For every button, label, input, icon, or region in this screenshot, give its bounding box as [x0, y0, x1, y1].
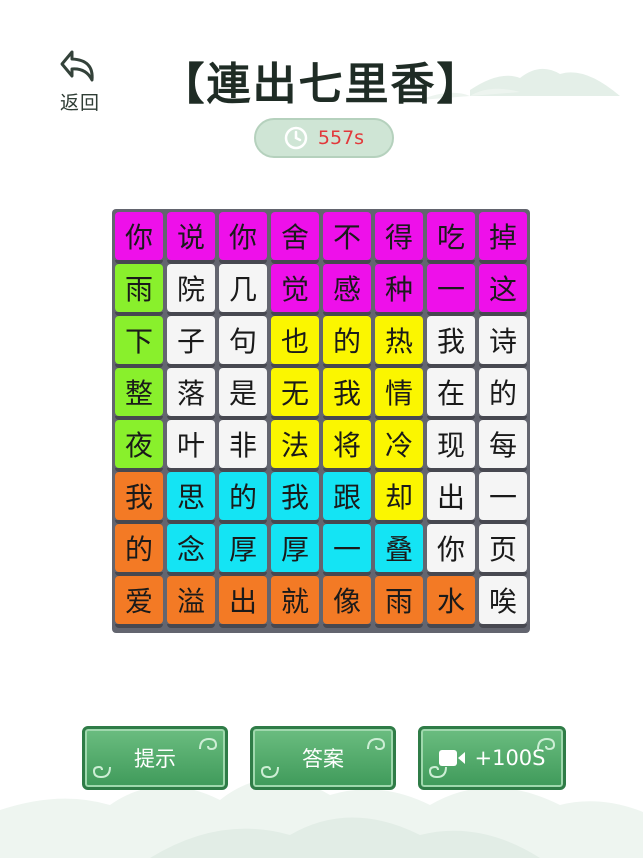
- tile-r4-c2[interactable]: 落: [167, 368, 215, 420]
- tile-r4-c4[interactable]: 无: [271, 368, 319, 420]
- cloud-ornament-icon: [199, 737, 218, 751]
- tile-r7-c1[interactable]: 的: [115, 524, 163, 576]
- tile-r6-c7[interactable]: 出: [427, 472, 475, 524]
- tile-r8-c6[interactable]: 雨: [375, 576, 423, 628]
- hint-label: 提示: [134, 747, 176, 771]
- tile-r3-c3[interactable]: 句: [219, 316, 267, 368]
- tile-r5-c1[interactable]: 夜: [115, 420, 163, 472]
- tile-r7-c6[interactable]: 叠: [375, 524, 423, 576]
- tile-r8-c4[interactable]: 就: [271, 576, 319, 628]
- tile-r3-c4[interactable]: 也: [271, 316, 319, 368]
- tile-r1-c7[interactable]: 吃: [427, 212, 475, 264]
- timer-value: 557s: [317, 127, 365, 149]
- tile-r4-c8[interactable]: 的: [479, 368, 527, 420]
- tile-r5-c7[interactable]: 现: [427, 420, 475, 472]
- tile-r2-c2[interactable]: 院: [167, 264, 215, 316]
- tile-r1-c5[interactable]: 不: [323, 212, 371, 264]
- tile-r7-c4[interactable]: 厚: [271, 524, 319, 576]
- tile-r7-c7[interactable]: 你: [427, 524, 475, 576]
- tile-r4-c3[interactable]: 是: [219, 368, 267, 420]
- tile-r5-c3[interactable]: 非: [219, 420, 267, 472]
- tile-r8-c3[interactable]: 出: [219, 576, 267, 628]
- tile-r8-c5[interactable]: 像: [323, 576, 371, 628]
- tile-r1-c1[interactable]: 你: [115, 212, 163, 264]
- tile-r4-c1[interactable]: 整: [115, 368, 163, 420]
- clock-icon: [284, 126, 308, 150]
- tile-r1-c2[interactable]: 说: [167, 212, 215, 264]
- tile-r2-c8[interactable]: 这: [479, 264, 527, 316]
- timer-badge: 557s: [254, 118, 394, 158]
- tile-r5-c5[interactable]: 将: [323, 420, 371, 472]
- hint-button[interactable]: 提示: [82, 726, 228, 790]
- tile-r3-c8[interactable]: 诗: [479, 316, 527, 368]
- tile-r3-c1[interactable]: 下: [115, 316, 163, 368]
- tile-r5-c2[interactable]: 叶: [167, 420, 215, 472]
- tile-r5-c4[interactable]: 法: [271, 420, 319, 472]
- tile-r5-c8[interactable]: 每: [479, 420, 527, 472]
- tile-r1-c4[interactable]: 舍: [271, 212, 319, 264]
- tile-r4-c5[interactable]: 我: [323, 368, 371, 420]
- tile-r6-c5[interactable]: 跟: [323, 472, 371, 524]
- tile-r7-c5[interactable]: 一: [323, 524, 371, 576]
- tile-r2-c7[interactable]: 一: [427, 264, 475, 316]
- tile-r1-c6[interactable]: 得: [375, 212, 423, 264]
- tile-r7-c8[interactable]: 页: [479, 524, 527, 576]
- tile-r2-c1[interactable]: 雨: [115, 264, 163, 316]
- tile-r4-c7[interactable]: 在: [427, 368, 475, 420]
- tile-r4-c6[interactable]: 情: [375, 368, 423, 420]
- cloud-ornament-icon: [537, 737, 556, 751]
- tile-r3-c2[interactable]: 子: [167, 316, 215, 368]
- tile-r6-c4[interactable]: 我: [271, 472, 319, 524]
- tile-r1-c8[interactable]: 掉: [479, 212, 527, 264]
- tile-r7-c2[interactable]: 念: [167, 524, 215, 576]
- game-board: 你说你舍不得吃掉雨院几觉感种一这下子句也的热我诗整落是无我情在的夜叶非法将冷现每…: [112, 209, 530, 633]
- tile-r2-c5[interactable]: 感: [323, 264, 371, 316]
- tile-r2-c6[interactable]: 种: [375, 264, 423, 316]
- tile-r7-c3[interactable]: 厚: [219, 524, 267, 576]
- tile-r3-c5[interactable]: 的: [323, 316, 371, 368]
- tile-r3-c7[interactable]: 我: [427, 316, 475, 368]
- tile-r2-c4[interactable]: 觉: [271, 264, 319, 316]
- tile-r6-c2[interactable]: 思: [167, 472, 215, 524]
- tile-r2-c3[interactable]: 几: [219, 264, 267, 316]
- cloud-ornament-icon: [367, 737, 386, 751]
- tile-r6-c3[interactable]: 的: [219, 472, 267, 524]
- tile-r6-c1[interactable]: 我: [115, 472, 163, 524]
- tile-r1-c3[interactable]: 你: [219, 212, 267, 264]
- page-title: 【連出七里香】: [160, 59, 483, 110]
- tile-r8-c8[interactable]: 唉: [479, 576, 527, 628]
- tile-r6-c6[interactable]: 却: [375, 472, 423, 524]
- tile-r3-c6[interactable]: 热: [375, 316, 423, 368]
- watch-video-button[interactable]: +100S: [418, 726, 566, 790]
- tile-r8-c7[interactable]: 水: [427, 576, 475, 628]
- tile-r5-c6[interactable]: 冷: [375, 420, 423, 472]
- cloud-ornament-icon: [260, 765, 279, 779]
- tile-r8-c1[interactable]: 爱: [115, 576, 163, 628]
- cloud-ornament-icon: [428, 765, 447, 779]
- answer-button[interactable]: 答案: [250, 726, 396, 790]
- tile-r8-c2[interactable]: 溢: [167, 576, 215, 628]
- tile-r6-c8[interactable]: 一: [479, 472, 527, 524]
- answer-label: 答案: [302, 747, 344, 771]
- cloud-ornament-icon: [92, 765, 111, 779]
